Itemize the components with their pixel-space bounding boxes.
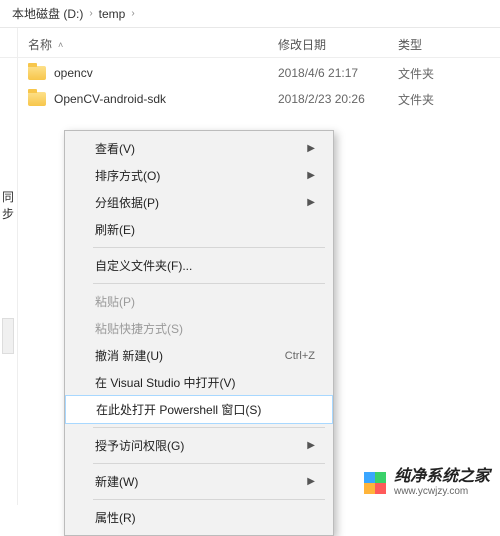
menu-label: 分组依据(P)	[95, 194, 159, 211]
menu-label: 在 Visual Studio 中打开(V)	[95, 374, 236, 391]
watermark: 纯净系统之家 www.ycwjzy.com	[364, 468, 490, 497]
list-item[interactable]: OpenCV-android-sdk 2018/2/23 20:26 文件夹	[28, 86, 500, 112]
menu-label: 粘贴快捷方式(S)	[95, 320, 183, 337]
breadcrumb-folder[interactable]: temp	[95, 7, 130, 21]
watermark-title: 纯净系统之家	[394, 468, 490, 486]
folder-icon	[28, 92, 46, 106]
column-header-type[interactable]: 类型	[398, 36, 492, 53]
column-header-date[interactable]: 修改日期	[278, 36, 398, 53]
sort-indicator-icon: ˄	[58, 40, 63, 50]
file-name: opencv	[54, 66, 93, 80]
menu-label: 自定义文件夹(F)...	[95, 257, 192, 274]
chevron-right-icon: ›	[87, 8, 94, 19]
file-list: opencv 2018/4/6 21:17 文件夹 OpenCV-android…	[0, 58, 500, 114]
breadcrumb[interactable]: 本地磁盘 (D:) › temp ›	[0, 0, 500, 28]
menu-item-undo[interactable]: 撤消 新建(U) Ctrl+Z	[65, 342, 333, 369]
sidebar-sliver: 同步	[0, 28, 18, 505]
menu-separator	[93, 499, 325, 500]
menu-separator	[93, 283, 325, 284]
submenu-arrow-icon: ▶	[307, 143, 315, 154]
menu-label: 排序方式(O)	[95, 167, 160, 184]
submenu-arrow-icon: ▶	[307, 170, 315, 181]
menu-item-refresh[interactable]: 刷新(E)	[65, 216, 333, 243]
file-type: 文件夹	[398, 91, 500, 108]
menu-item-customize[interactable]: 自定义文件夹(F)...	[65, 252, 333, 279]
menu-item-open-powershell[interactable]: 在此处打开 Powershell 窗口(S)	[65, 395, 333, 424]
submenu-arrow-icon: ▶	[307, 440, 315, 451]
menu-item-paste: 粘贴(P)	[65, 288, 333, 315]
menu-label: 撤消 新建(U)	[95, 347, 163, 364]
file-date: 2018/4/6 21:17	[278, 66, 398, 80]
chevron-right-icon: ›	[129, 8, 136, 19]
menu-separator	[93, 427, 325, 428]
menu-shortcut: Ctrl+Z	[285, 350, 315, 362]
watermark-url: www.ycwjzy.com	[394, 486, 490, 497]
menu-separator	[93, 247, 325, 248]
menu-label: 在此处打开 Powershell 窗口(S)	[96, 401, 261, 418]
menu-item-new[interactable]: 新建(W) ▶	[65, 468, 333, 495]
menu-separator	[93, 463, 325, 464]
menu-label: 新建(W)	[95, 473, 138, 490]
file-name: OpenCV-android-sdk	[54, 92, 166, 106]
menu-label: 查看(V)	[95, 140, 135, 157]
menu-label: 授予访问权限(G)	[95, 437, 184, 454]
submenu-arrow-icon: ▶	[307, 197, 315, 208]
submenu-arrow-icon: ▶	[307, 476, 315, 487]
menu-item-group[interactable]: 分组依据(P) ▶	[65, 189, 333, 216]
menu-item-sort[interactable]: 排序方式(O) ▶	[65, 162, 333, 189]
menu-item-open-vs[interactable]: 在 Visual Studio 中打开(V)	[65, 369, 333, 396]
column-name-label: 名称	[28, 36, 52, 53]
column-headers[interactable]: 名称 ˄ 修改日期 类型	[0, 28, 500, 58]
watermark-logo-icon	[364, 472, 386, 494]
column-header-name[interactable]: 名称 ˄	[28, 36, 278, 53]
breadcrumb-root[interactable]: 本地磁盘 (D:)	[8, 5, 87, 22]
menu-item-properties[interactable]: 属性(R)	[65, 504, 333, 531]
file-type: 文件夹	[398, 65, 500, 82]
folder-icon	[28, 66, 46, 80]
menu-label: 刷新(E)	[95, 221, 135, 238]
sidebar-fragment-text: 同步	[2, 188, 17, 222]
list-item[interactable]: opencv 2018/4/6 21:17 文件夹	[28, 60, 500, 86]
sidebar-scrollbar[interactable]	[2, 318, 14, 354]
menu-label: 粘贴(P)	[95, 293, 135, 310]
menu-item-paste-shortcut: 粘贴快捷方式(S)	[65, 315, 333, 342]
menu-item-view[interactable]: 查看(V) ▶	[65, 135, 333, 162]
context-menu: 查看(V) ▶ 排序方式(O) ▶ 分组依据(P) ▶ 刷新(E) 自定义文件夹…	[64, 130, 334, 536]
file-date: 2018/2/23 20:26	[278, 92, 398, 106]
menu-item-grant-access[interactable]: 授予访问权限(G) ▶	[65, 432, 333, 459]
menu-label: 属性(R)	[95, 509, 136, 526]
